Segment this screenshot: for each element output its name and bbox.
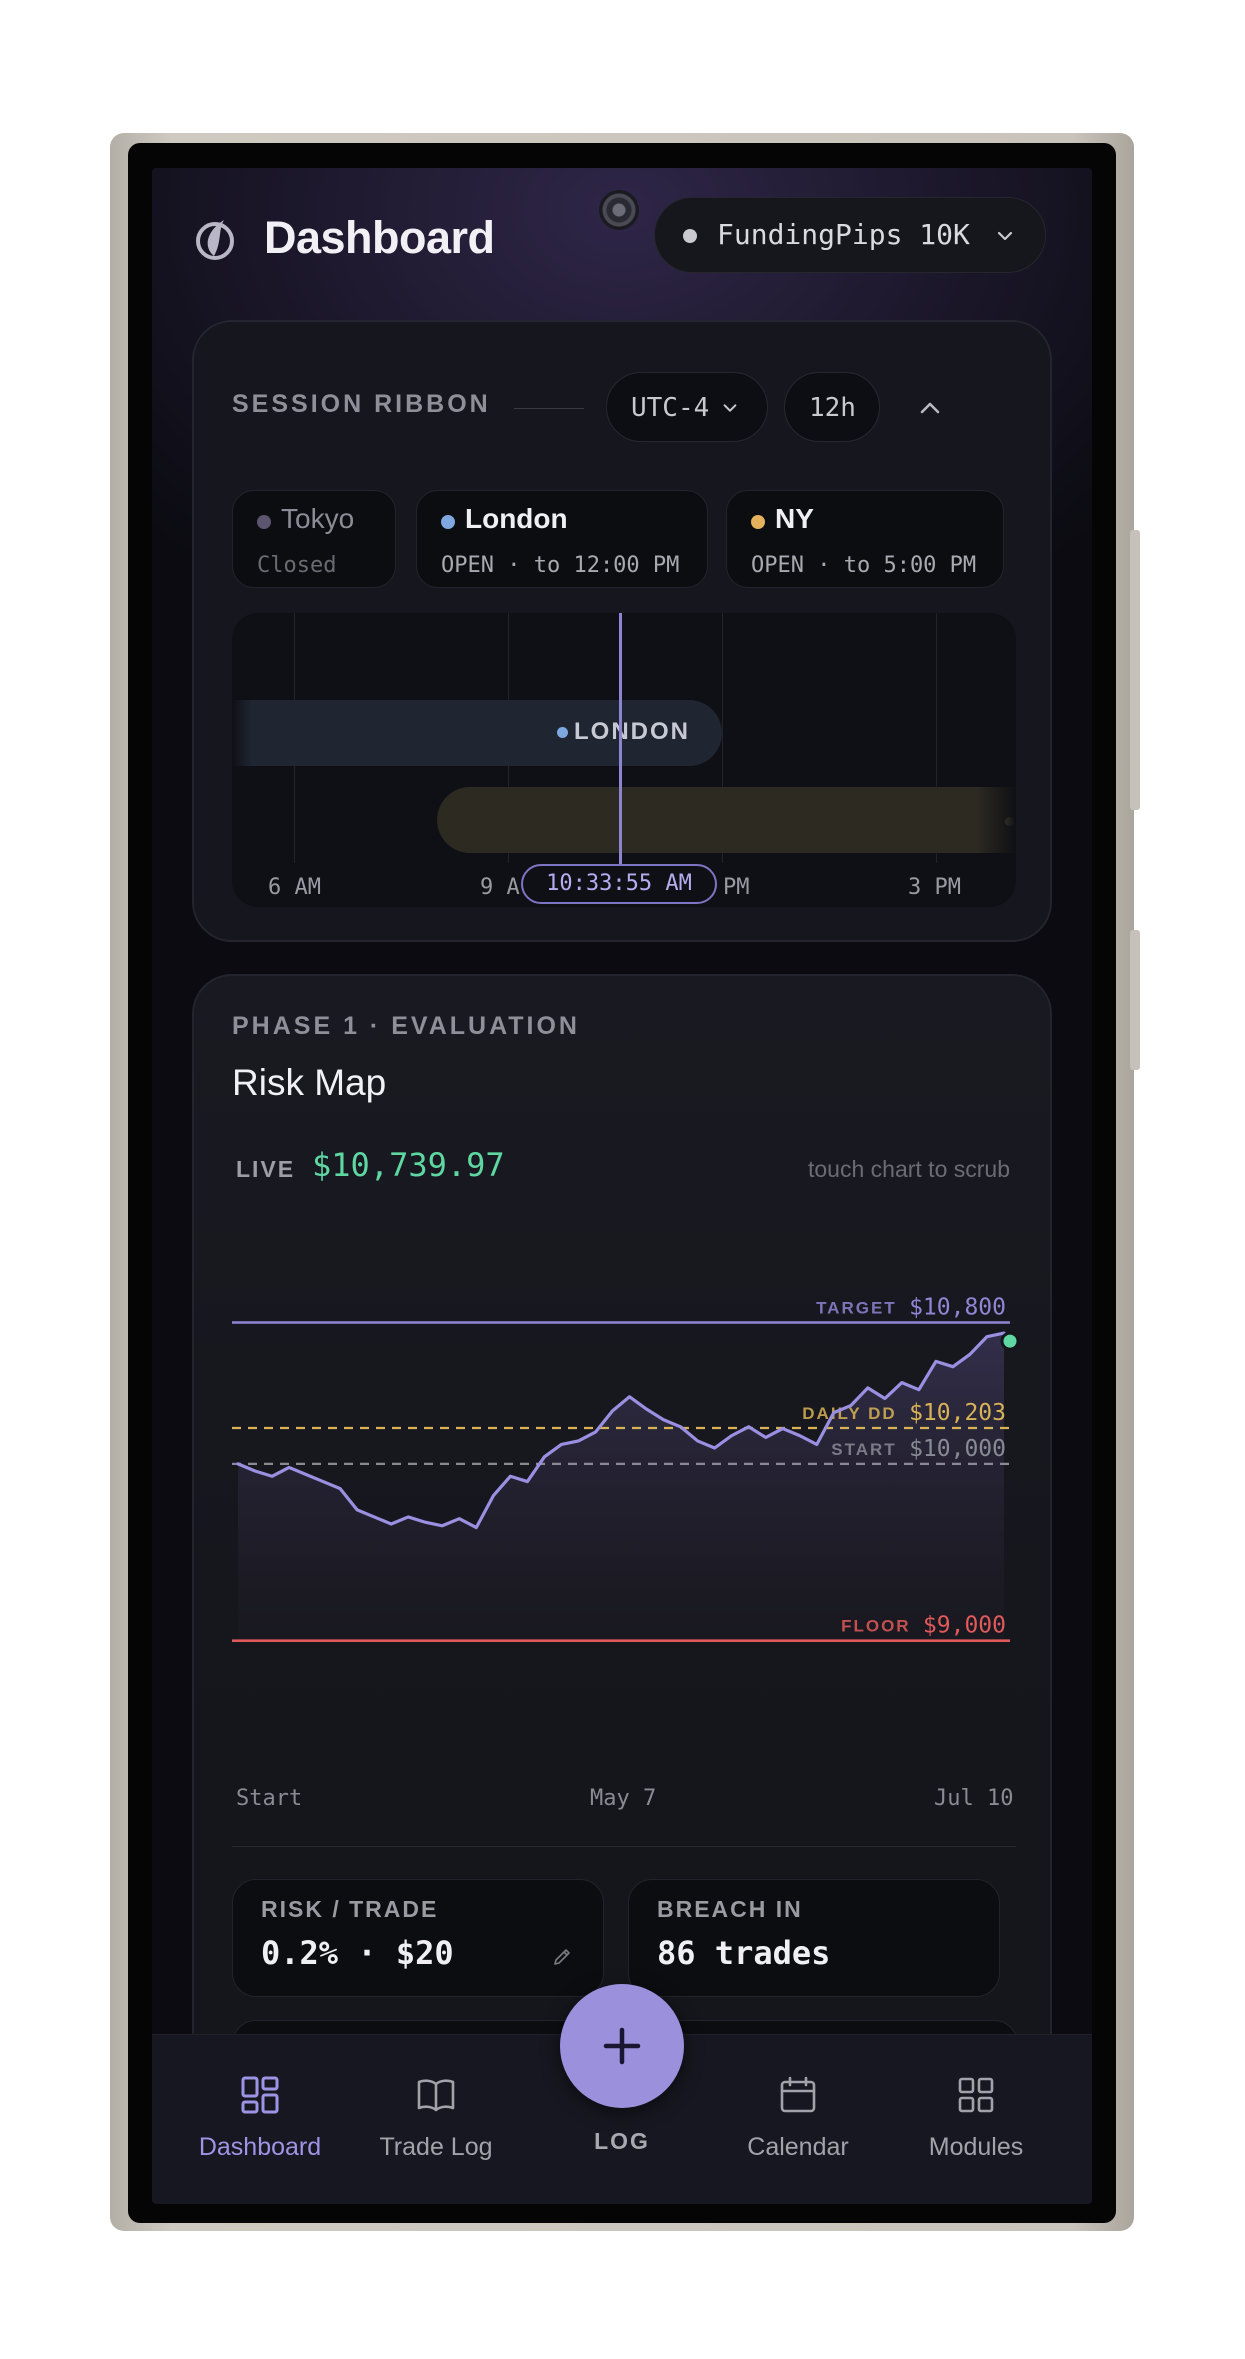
account-selector[interactable]: FundingPips 10K [654, 197, 1046, 273]
nav-item-calendar[interactable]: Calendar [704, 2035, 892, 2204]
x-axis-label: Jul 10 [934, 1786, 1014, 1811]
timezone-select[interactable]: UTC-4 [606, 372, 768, 442]
stat-value: 0.2% · $20 [261, 1934, 454, 1972]
timeline-tick: PM [723, 875, 750, 900]
current-time-marker [619, 613, 622, 871]
section-label: SESSION RIBBON [232, 390, 491, 418]
chevron-down-icon [723, 404, 737, 412]
session-ribbon-card: SESSION RIBBON UTC-4 12h Tokyo Closed Lo… [192, 320, 1052, 942]
nav-label: Calendar [747, 2133, 849, 2161]
nav-label: Modules [928, 2133, 1024, 2161]
calendar-icon [780, 2076, 816, 2113]
nav-item-trade-log[interactable]: Trade Log [342, 2035, 530, 2204]
breach-in-tile: BREACH IN 86 trades [628, 1879, 1000, 1997]
session-chip-tokyo[interactable]: Tokyo Closed [232, 490, 396, 588]
session-status: OPEN · to 5:00 PM [751, 553, 977, 578]
fab-label: LOG [594, 2128, 650, 2154]
nav-label: Dashboard [198, 2133, 322, 2161]
chevron-down-icon [997, 231, 1013, 241]
nav-item-modules[interactable]: Modules [882, 2035, 1070, 2204]
timeline-fade [976, 613, 1016, 907]
book-icon [417, 2079, 455, 2112]
stat-label: RISK / TRADE [261, 1896, 439, 1922]
x-axis-label: Start [236, 1786, 303, 1811]
timeline-fade [232, 613, 252, 907]
nav-label: Trade Log [379, 2133, 493, 2161]
divider [514, 408, 584, 409]
session-dot [751, 515, 765, 529]
stat-label: BREACH IN [657, 1896, 803, 1922]
london-dot [557, 727, 568, 738]
timeline-tick: 9 A [480, 875, 520, 900]
risk-map-chart[interactable]: $10,800TARGET$10,203DAILY DD$10,000START… [194, 976, 1050, 1776]
level-name-label: TARGET [816, 1299, 897, 1318]
level-value-label: $9,000 [923, 1613, 1006, 1639]
front-camera [599, 190, 639, 230]
screen: Dashboard FundingPips 10K SESSION RIBBON… [152, 168, 1092, 2204]
plus-icon [603, 2027, 641, 2065]
x-axis-label: May 7 [590, 1786, 657, 1811]
nav-item-dashboard[interactable]: Dashboard [166, 2035, 354, 2204]
ny-session-band [437, 787, 1016, 853]
account-name: FundingPips 10K [717, 218, 970, 251]
timeline-tick: 6 AM [268, 875, 321, 900]
chevron-up-icon[interactable] [916, 394, 944, 422]
session-status: OPEN · to 12:00 PM [441, 553, 680, 578]
range-value: 12h [809, 393, 856, 423]
dashboard-grid-icon [241, 2076, 279, 2114]
divider [232, 1846, 1016, 1847]
session-name: London [465, 503, 568, 534]
timezone-value: UTC-4 [631, 393, 710, 423]
account-status-dot [683, 229, 697, 243]
range-toggle[interactable]: 12h [784, 372, 880, 442]
device-side-button [1130, 530, 1140, 810]
timeline-tick: 3 PM [908, 875, 961, 900]
edit-pencil-icon[interactable] [551, 1946, 573, 1968]
session-timeline[interactable]: LONDON 6 AM 9 A PM 3 PM 10:33:55 AM [232, 613, 1016, 907]
level-value-label: $10,800 [909, 1295, 1006, 1321]
session-status: Closed [257, 553, 337, 578]
session-dot [257, 515, 271, 529]
stat-value: 86 trades [657, 1934, 831, 1972]
log-trade-button[interactable] [560, 1984, 684, 2108]
current-time-label: 10:33:55 AM [521, 864, 717, 904]
level-value-label: $10,000 [909, 1436, 1006, 1462]
risk-per-trade-tile[interactable]: RISK / TRADE 0.2% · $20 [232, 1879, 604, 1997]
app-logo-icon [196, 220, 234, 260]
session-chip-ny[interactable]: NY OPEN · to 5:00 PM [726, 490, 1004, 588]
session-name: NY [775, 503, 814, 534]
session-name: Tokyo [281, 503, 355, 534]
level-name-label: START [831, 1440, 896, 1459]
balance-area [238, 1333, 1004, 1641]
session-chip-london[interactable]: London OPEN · to 12:00 PM [416, 490, 708, 588]
level-value-label: $10,203 [909, 1400, 1006, 1426]
session-dot [441, 515, 455, 529]
london-band-label: LONDON [574, 718, 690, 745]
live-balance-marker [1000, 1331, 1020, 1351]
device-side-button [1130, 930, 1140, 1070]
page-title: Dashboard [264, 212, 495, 263]
modules-grid-icon [958, 2077, 994, 2113]
level-name-label: FLOOR [841, 1617, 911, 1636]
